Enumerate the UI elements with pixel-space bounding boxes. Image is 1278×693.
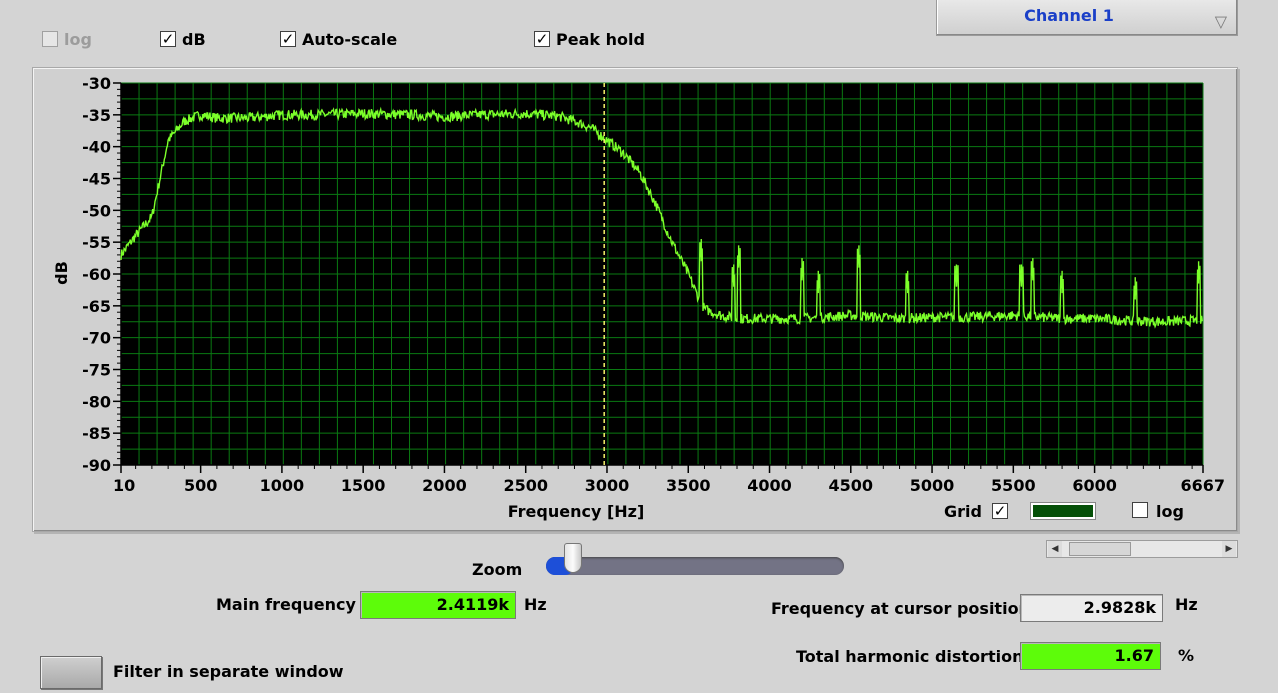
zoom-slider[interactable] [546,543,844,575]
log-checkbox-label: log [64,29,92,49]
check-icon: ✓ [281,29,295,48]
main-frequency-value: 2.4119k [360,591,516,619]
autoscale-checkbox-box[interactable]: ✓ [280,31,296,47]
zoom-label: Zoom [472,560,523,579]
filter-window-label: Filter in separate window [113,662,344,681]
x-tick-label: 4000 [747,476,792,495]
y-tick-label: -35 [82,106,111,125]
y-tick-label: -60 [82,265,111,284]
log-checkbox-box[interactable] [42,31,58,47]
peakhold-checkbox-box[interactable]: ✓ [534,31,550,47]
grid-color-swatch[interactable] [1030,502,1096,520]
x-tick-label: 3500 [666,476,711,495]
y-tick-label: -30 [82,74,111,93]
y-tick-label: -85 [82,424,111,443]
x-axis-title: Frequency [Hz] [508,502,645,521]
x-tick-label: 5500 [991,476,1036,495]
scrollbar-thumb[interactable] [1069,542,1131,556]
cursor-frequency-value: 2.9828k [1020,594,1163,622]
x-tick-label: 6000 [1072,476,1117,495]
db-checkbox-label: dB [182,29,206,49]
zoom-slider-knob[interactable] [563,543,582,573]
x-tick-label: 3000 [585,476,630,495]
y-tick-label: -75 [82,361,111,380]
grid-color-fill [1033,505,1093,517]
grid-label: Grid [944,502,982,521]
log-checkbox-axis[interactable] [1132,502,1148,518]
spectrum-chart[interactable]: -30-35-40-45-50-55-60-65-70-75-80-85-901… [33,68,1239,533]
scroll-left-icon[interactable]: ◀ [1048,541,1062,557]
peakhold-checkbox-label: Peak hold [556,29,645,49]
cursor-frequency-unit: Hz [1175,595,1198,614]
y-tick-label: -45 [82,170,111,189]
chart-scrollbar[interactable]: ◀ ▶ [1046,540,1238,558]
check-icon: ✓ [161,29,175,48]
db-checkbox[interactable]: ✓ dB [160,28,206,50]
thd-unit: % [1178,646,1195,665]
main-frequency-label: Main frequency [216,595,356,614]
x-tick-label: 1500 [341,476,386,495]
x-tick-label: 6667 [1180,476,1225,495]
grid-checkbox[interactable]: ✓ [992,503,1008,519]
check-icon: ✓ [993,501,1007,520]
filter-window-button[interactable] [40,656,102,689]
db-checkbox-box[interactable]: ✓ [160,31,176,47]
spectrum-chart-panel: -30 -35 -40 -45 -50 -55 -60 -65 -70 -75 -80 -85 -90 1… [32,67,1238,532]
autoscale-checkbox[interactable]: ✓ Auto-scale [280,28,397,50]
y-tick-label: -65 [82,297,111,316]
y-tick-label: -55 [82,233,111,252]
main-frequency-unit: Hz [524,595,547,614]
x-tick-label: 5000 [910,476,955,495]
x-tick-label: 2000 [422,476,467,495]
channel-select[interactable]: Channel 1 ▽ [936,0,1238,36]
y-tick-label: -50 [82,201,111,220]
y-tick-label: -90 [82,456,111,475]
y-tick-label: -40 [82,138,111,157]
y-tick-label: -80 [82,392,111,411]
thd-value: 1.67 [1020,642,1161,670]
x-tick-label: 10 [113,476,135,495]
channel-select-value: Channel 1 [1024,6,1114,25]
y-axis-title: dB [52,261,71,285]
cursor-frequency-label: Frequency at cursor position [771,599,1030,618]
autoscale-checkbox-label: Auto-scale [302,29,398,49]
log-checkbox-top[interactable]: log [42,28,92,50]
x-tick-label: 4500 [829,476,874,495]
y-tick-label: -70 [82,329,111,348]
peakhold-checkbox[interactable]: ✓ Peak hold [534,28,645,50]
scroll-right-icon[interactable]: ▶ [1222,541,1236,557]
x-tick-label: 1000 [260,476,305,495]
x-tick-label: 2500 [503,476,548,495]
x-tick-label: 500 [184,476,217,495]
chevron-down-icon: ▽ [1214,12,1227,31]
thd-label: Total harmonic distortion [796,647,1024,666]
check-icon: ✓ [535,29,549,48]
log-axis-label: log [1156,502,1184,521]
